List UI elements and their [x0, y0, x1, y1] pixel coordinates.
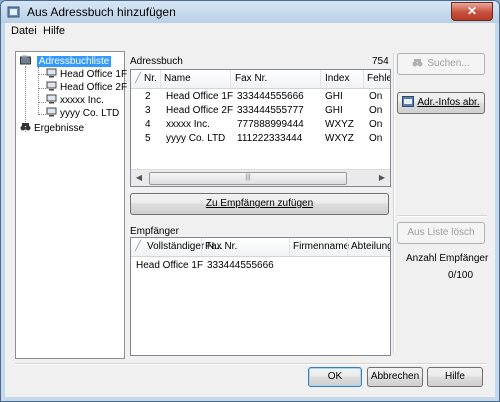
dialog-client: Adressbuchliste Head Office 1F Head Offi…	[5, 41, 495, 397]
binoculars-icon	[412, 59, 423, 67]
column-header-fax[interactable]: Fax Nr.	[205, 241, 237, 252]
address-book-icon	[7, 6, 20, 18]
tree-item-label: Ergebnisse	[34, 123, 85, 134]
column-header-name[interactable]: Name	[164, 73, 191, 84]
tree-item-label: Head Office 1F	[60, 69, 128, 80]
tree-item-root-label: Adressbuchliste	[36, 56, 112, 67]
close-icon: ✕	[466, 4, 478, 18]
tree-item-label: Head Office 2F	[60, 82, 128, 93]
address-info-button[interactable]: Adr.-Infos abr.	[397, 92, 485, 114]
addressbook-label: Adressbuch	[130, 56, 183, 67]
recipients-label: Empfänger	[130, 226, 179, 237]
add-to-recipients-button[interactable]: Zu Empfängern zufügen	[130, 193, 389, 215]
dialog-window: Aus Adressbuch hinzufügen ✕ Datei Hilfe …	[0, 0, 500, 402]
tree-item-root[interactable]: Adressbuchliste	[20, 55, 112, 68]
menu-hilfe[interactable]: Hilfe	[43, 25, 65, 37]
tree-item-yyyy-co-ltd[interactable]: yyyy Co. LTD	[46, 107, 119, 120]
computer-icon	[46, 68, 57, 78]
column-header-nr[interactable]: Nr.	[144, 73, 157, 84]
computer-icon	[46, 107, 57, 117]
tree-item-head-office-2f[interactable]: Head Office 2F	[46, 81, 127, 94]
window-title: Aus Adressbuch hinzufügen	[27, 5, 176, 19]
ok-button[interactable]: OK	[308, 367, 362, 387]
tree-item-label: yyyy Co. LTD	[60, 108, 120, 119]
tree-item-results[interactable]: Ergebnisse	[20, 122, 84, 135]
recipient-count-value: 0/100	[448, 270, 474, 281]
column-header-fax[interactable]: Fax Nr.	[235, 73, 267, 84]
computer-icon	[46, 94, 57, 104]
computer-icon	[46, 81, 57, 91]
recipients-list[interactable]: ╱ Vollständiger N... Fax Nr. Firmenname …	[130, 237, 391, 356]
column-header-index[interactable]: Index	[325, 73, 349, 84]
column-header-company[interactable]: Firmenname	[293, 241, 349, 252]
help-button[interactable]: Hilfe	[427, 367, 483, 387]
search-button[interactable]: Suchen...	[397, 53, 485, 75]
address-tree[interactable]: Adressbuchliste Head Office 1F Head Offi…	[15, 51, 127, 359]
column-header-department[interactable]: Abteilung	[351, 241, 390, 252]
close-button[interactable]: ✕	[451, 2, 493, 21]
address-card-icon	[402, 96, 415, 107]
binoculars-icon	[20, 123, 31, 131]
cancel-button[interactable]: Abbrechen	[367, 367, 423, 387]
menu-bar: Datei Hilfe	[5, 23, 495, 42]
addressbook-hscroll[interactable]: ◀ ||| ▶	[131, 169, 390, 186]
menu-datei[interactable]: Datei	[11, 25, 37, 37]
addressbook-list[interactable]: ╱ Nr. Name Fax Nr. Index Fehle... 2 Head…	[130, 69, 391, 187]
scroll-right-icon[interactable]: ▶	[374, 170, 390, 186]
scroll-thumb[interactable]: |||	[149, 172, 347, 185]
remove-from-list-button[interactable]: Aus Liste lösch	[397, 222, 485, 244]
title-bar[interactable]: Aus Adressbuch hinzufügen ✕	[1, 1, 499, 23]
tree-item-label: xxxxx Inc.	[60, 95, 104, 106]
addressbook-header: ╱ Nr. Name Fax Nr. Index Fehle...	[131, 70, 390, 89]
recipients-header: ╱ Vollständiger N... Fax Nr. Firmenname …	[131, 238, 390, 257]
tree-item-xxxxx-inc[interactable]: xxxxx Inc.	[46, 94, 104, 107]
column-header-status[interactable]: Fehle...	[367, 73, 390, 84]
scroll-left-icon[interactable]: ◀	[131, 170, 147, 186]
tree-item-head-office-1f[interactable]: Head Office 1F	[46, 68, 127, 81]
folder-icon	[20, 55, 31, 65]
recipient-count-label: Anzahl Empfänger	[406, 253, 489, 264]
addressbook-count: 754	[372, 56, 389, 67]
